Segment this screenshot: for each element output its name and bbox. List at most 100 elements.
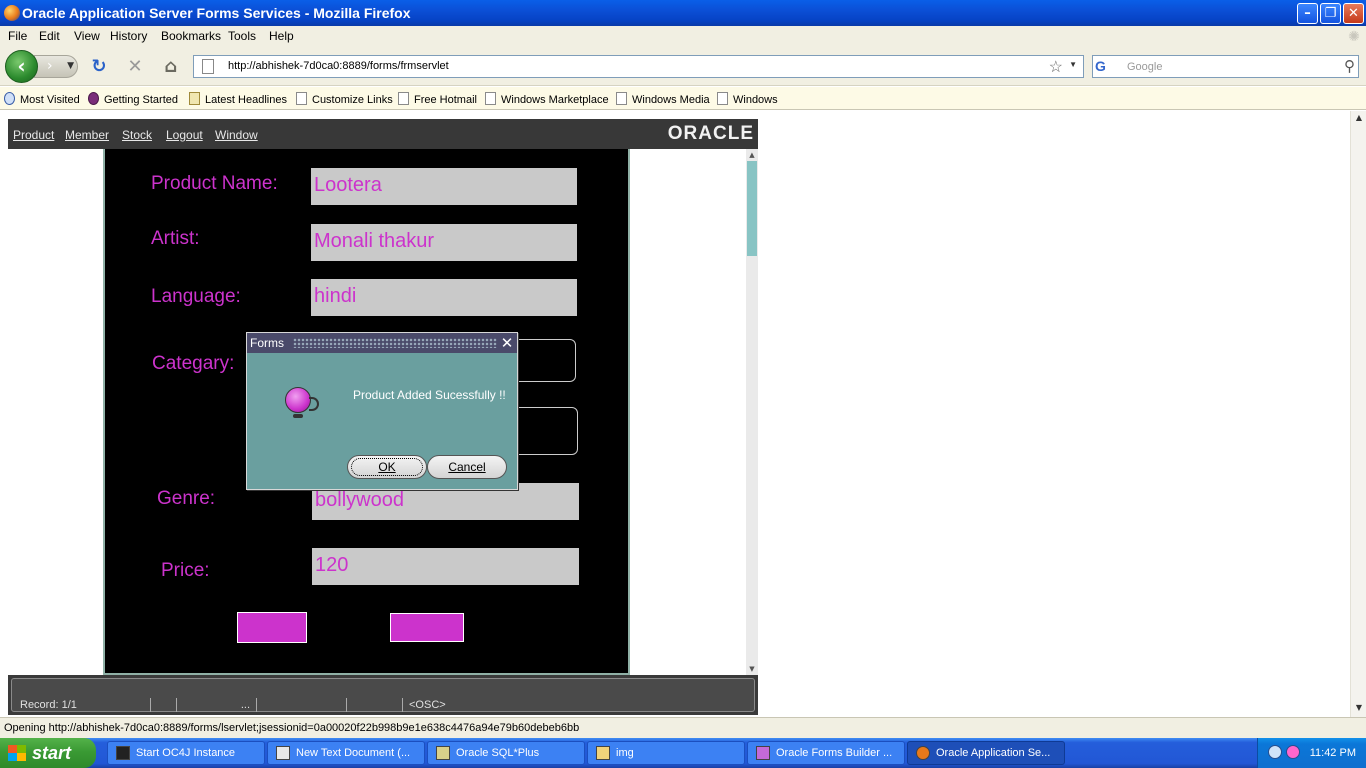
forward-button[interactable]: › ▼ (34, 55, 78, 78)
task-firefox[interactable]: Oracle Application Se... (907, 741, 1065, 765)
focus-ring (351, 458, 423, 476)
tray-app-icon[interactable] (1286, 745, 1300, 759)
bookmark-most-visited[interactable]: Most Visited (4, 92, 80, 106)
clear-button[interactable] (390, 613, 464, 642)
bookmark-label: Getting Started (104, 94, 178, 106)
bookmark-star-icon[interactable]: ☆ (1049, 57, 1063, 77)
page-icon (296, 92, 307, 105)
menu-help[interactable]: Help (269, 29, 294, 43)
applet-menu-member[interactable]: Member (65, 128, 109, 142)
menu-edit[interactable]: Edit (39, 29, 60, 43)
genre-label: Genre: (157, 488, 216, 509)
task-label: New Text Document (... (296, 747, 411, 759)
bookmark-label: Windows Marketplace (501, 94, 609, 106)
system-tray: 11:42 PM (1257, 738, 1366, 768)
console-icon (116, 746, 130, 760)
bookmark-label: Windows (733, 94, 778, 106)
search-bar[interactable]: G Google ⚲ (1092, 55, 1359, 78)
menu-file[interactable]: File (8, 29, 27, 43)
close-button[interactable]: ✕ (1343, 3, 1364, 24)
bookmark-getting-started[interactable]: Getting Started (88, 92, 178, 106)
home-icon[interactable]: ⌂ (160, 56, 182, 78)
forms-builder-icon (756, 746, 770, 760)
product-name-field[interactable]: Lootera (311, 168, 577, 205)
page-icon (616, 92, 627, 105)
bookmark-label: Most Visited (20, 94, 80, 106)
bell-base (293, 414, 303, 418)
history-dropdown-icon[interactable]: ▼ (67, 56, 74, 76)
bookmark-windows-marketplace[interactable]: Windows Marketplace (485, 92, 609, 106)
applet-menu-window[interactable]: Window (215, 128, 258, 142)
feed-icon (189, 92, 200, 105)
bookmark-label: Latest Headlines (205, 94, 287, 106)
scroll-down-icon[interactable]: ▼ (1351, 701, 1366, 715)
task-text-document[interactable]: New Text Document (... (267, 741, 425, 765)
dialog-title: Forms (250, 336, 284, 350)
bookmark-customize-links[interactable]: Customize Links (296, 92, 393, 106)
scroll-up-icon[interactable]: ▲ (746, 149, 758, 161)
category-label: Categary: (152, 353, 235, 374)
page-icon (485, 92, 496, 105)
page-icon (398, 92, 409, 105)
applet-menu-product[interactable]: Product (13, 128, 54, 142)
reload-icon[interactable]: ↻ (88, 56, 110, 78)
task-label: img (616, 747, 634, 759)
product-name-label: Product Name: (151, 173, 278, 194)
applet-scrollbar[interactable]: ▲ ▼ (746, 149, 758, 675)
scroll-down-icon[interactable]: ▼ (746, 663, 758, 675)
restore-button[interactable]: ❐ (1320, 3, 1341, 24)
stop-icon[interactable]: ✕ (124, 56, 146, 78)
scroll-up-icon[interactable]: ▲ (1351, 111, 1366, 125)
title-pattern (293, 338, 497, 348)
firefox-icon (916, 746, 930, 760)
url-bar[interactable]: http://abhishek-7d0ca0:8889/forms/frmser… (193, 55, 1084, 78)
throbber-icon: ✺ (1348, 28, 1360, 44)
window-title-bar: Oracle Application Server Forms Services… (0, 0, 1366, 26)
ok-button[interactable]: OK (347, 455, 427, 479)
search-engine-icon[interactable]: G (1095, 58, 1123, 75)
artist-label: Artist: (151, 228, 200, 249)
search-input[interactable]: Google (1127, 61, 1162, 73)
price-field[interactable]: 120 (312, 548, 579, 585)
language-field[interactable]: hindi (311, 279, 577, 316)
page-scrollbar[interactable]: ▲ ▼ (1350, 111, 1366, 717)
task-label: Start OC4J Instance (136, 747, 236, 759)
menu-history[interactable]: History (110, 29, 147, 43)
scroll-thumb[interactable] (747, 161, 757, 256)
back-button[interactable]: ‹ (5, 50, 38, 83)
search-icon[interactable]: ⚲ (1344, 57, 1355, 75)
applet-menu-logout[interactable]: Logout (166, 128, 203, 142)
status-ellipsis: ... (176, 698, 256, 712)
minimize-button[interactable]: – (1297, 3, 1318, 24)
start-button[interactable]: start (0, 738, 96, 768)
tray-chevron-icon[interactable] (1268, 745, 1282, 759)
dialog-close-icon[interactable]: ✕ (500, 333, 514, 353)
bookmark-label: Windows Media (632, 94, 710, 106)
url-dropdown-icon[interactable]: ▼ (1069, 60, 1077, 69)
bell-handle (309, 397, 319, 411)
bookmark-windows[interactable]: Windows (717, 92, 778, 106)
url-text[interactable]: http://abhishek-7d0ca0:8889/forms/frmser… (228, 60, 449, 72)
menu-view[interactable]: View (74, 29, 100, 43)
applet-menubar: Product Member Stock Logout Window ORACL… (8, 119, 758, 149)
cancel-button[interactable]: Cancel (427, 455, 507, 479)
start-label: start (32, 743, 72, 763)
bookmark-latest-headlines[interactable]: Latest Headlines (189, 92, 287, 106)
save-button[interactable] (237, 612, 307, 643)
artist-field[interactable]: Monali thakur (311, 224, 577, 261)
applet-menu-stock[interactable]: Stock (122, 128, 152, 142)
menu-bookmarks[interactable]: Bookmarks (161, 29, 221, 43)
status-cell (256, 698, 346, 712)
applet-status-area: Record: 1/1 ... <OSC> (8, 675, 758, 715)
price-label: Price: (161, 560, 210, 581)
browser-status-bar: Opening http://abhishek-7d0ca0:8889/form… (0, 717, 1366, 738)
dialog-message: Product Added Sucessfully !! (353, 388, 506, 402)
task-img-folder[interactable]: img (587, 741, 745, 765)
task-sqlplus[interactable]: Oracle SQL*Plus (427, 741, 585, 765)
bookmark-windows-media[interactable]: Windows Media (616, 92, 710, 106)
task-forms-builder[interactable]: Oracle Forms Builder ... (747, 741, 905, 765)
bookmark-free-hotmail[interactable]: Free Hotmail (398, 92, 477, 106)
firefox-icon (4, 5, 20, 21)
task-oc4j[interactable]: Start OC4J Instance (107, 741, 265, 765)
menu-tools[interactable]: Tools (228, 29, 256, 43)
